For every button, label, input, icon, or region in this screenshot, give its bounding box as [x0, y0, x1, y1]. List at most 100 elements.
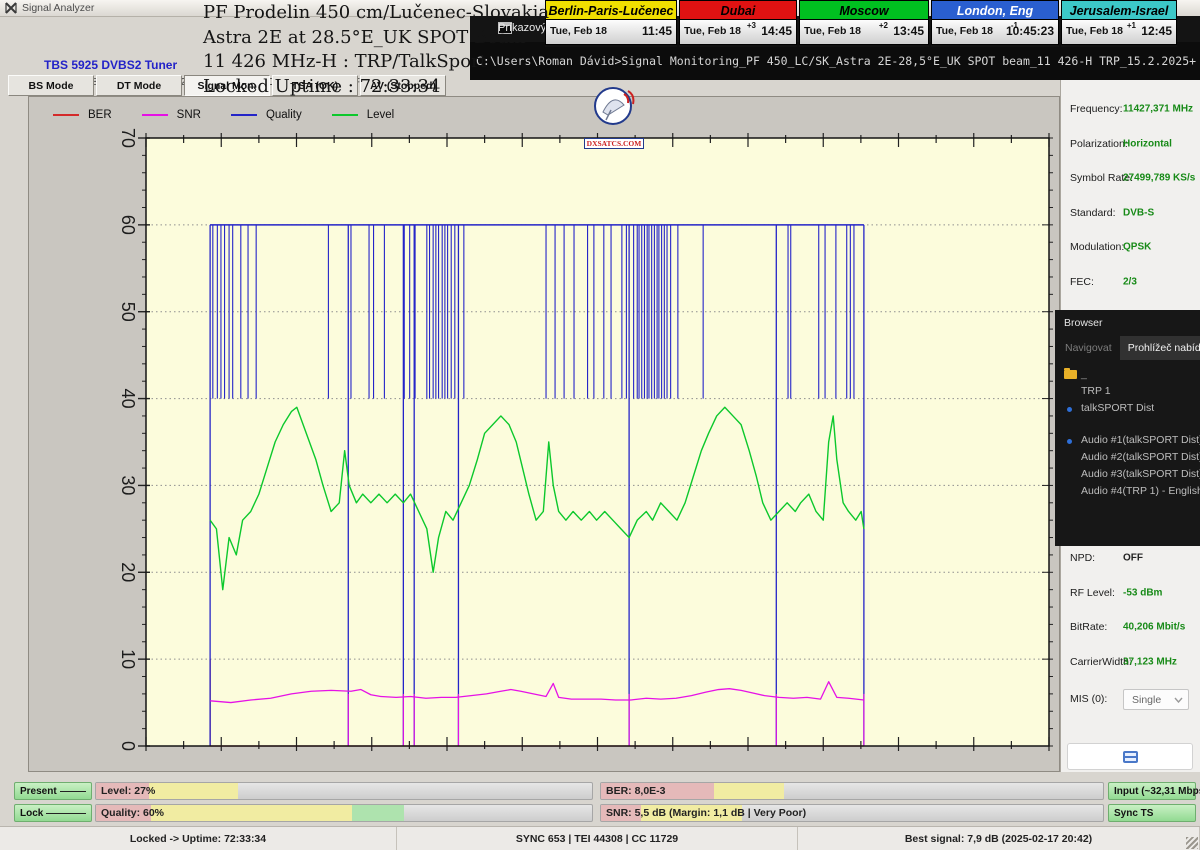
browser-tab[interactable]: Navigovat	[1057, 336, 1120, 360]
list-item[interactable]: Audio #4(TRP 1) - English, AAC(	[1055, 483, 1200, 500]
desktop: Signal Analyzer TBS 5925 DVBS2 Tuner 28.…	[0, 0, 1200, 850]
input-rate-indicator: Input (~32,31 Mbps)	[1108, 782, 1196, 800]
browser-tabs: NavigovatProhlížeč nabídkyN	[1057, 336, 1200, 360]
clock-utc-offset: +2	[879, 21, 888, 30]
legend-ber: BER	[53, 109, 112, 121]
legend-quality: Quality	[231, 109, 302, 121]
bullet-icon	[1067, 439, 1072, 444]
bullet-icon	[1067, 407, 1072, 412]
tuner-name: TBS 5925 DVBS2 Tuner	[44, 58, 177, 72]
dxsatcs-label: DXSATCS.COM	[584, 138, 645, 149]
clock-time: 12:45	[1141, 24, 1172, 38]
statusbar-cell: Locked -> Uptime: 72:33:34	[0, 827, 397, 850]
param-row: RF Level:-53 dBm	[1061, 576, 1200, 611]
param-row: Standard:DVB-S	[1061, 196, 1200, 231]
mis-value: Single	[1132, 694, 1161, 706]
clock-time: 10:45:23	[1006, 24, 1054, 38]
annotation-overlay: PF Prodelin 450 cm/Lučenec-SlovakiaAstra…	[203, 1, 549, 99]
annotation-line: Locked Uptime : 72:33:34	[203, 75, 549, 100]
folder-row[interactable]: _	[1055, 366, 1200, 383]
tab-dt-mode[interactable]: DT Mode	[96, 75, 182, 96]
param-row: NPD:OFF	[1061, 541, 1200, 576]
list-item[interactable]: Audio #2(talkSPORT Dist) - AAC	[1055, 449, 1200, 466]
legend-line-swatch	[142, 114, 168, 116]
statusbar-cell: Best signal: 7,9 dB (2025-02-17 20:42)	[798, 827, 1200, 850]
param-row: Polarization:Horizontal	[1061, 127, 1200, 162]
level-bar-label: Level: 27%	[101, 785, 155, 797]
sync-ts-indicator: Sync TS	[1108, 804, 1196, 822]
param-row: Modulation:QPSK	[1061, 230, 1200, 265]
param-row: CarrierWidth:37,123 MHz	[1061, 645, 1200, 680]
annotation-line: Astra 2E at 28.5°E_UK SPOT Beam	[203, 26, 549, 51]
clock-london-eng[interactable]: London, EngTue, Feb 18-110:45:23	[931, 0, 1059, 47]
quality-bar: Quality: 60%	[95, 804, 593, 822]
clock-city: Berlin-Paris-Lučenec	[545, 0, 677, 20]
app-title: Signal Analyzer	[22, 2, 94, 14]
clock-dubai[interactable]: DubaiTue, Feb 18+314:45	[679, 0, 797, 47]
param-row: Frequency:11427,371 MHz	[1061, 92, 1200, 127]
dxsatcs-logo: DXSATCS.COM	[577, 86, 651, 136]
mis-dropdown[interactable]: Single	[1123, 689, 1189, 710]
legend-level: Level	[332, 109, 395, 121]
snr-bar-label: SNR: 5,5 dB (Margin: 1,1 dB | Very Poor)	[606, 807, 806, 819]
svg-text:10: 10	[118, 649, 138, 669]
clock-city: Jerusalem-Israel	[1061, 0, 1177, 20]
browser-list: _TRP 1talkSPORT Dist Audio #1(talkSPORT D…	[1055, 366, 1200, 500]
tab-bs-mode[interactable]: BS Mode	[8, 75, 94, 96]
svg-text:30: 30	[118, 475, 138, 495]
statusbar-cell: SYNC 653 | TEI 44308 | CC 11729	[397, 827, 798, 850]
mis-label: MIS (0):	[1070, 693, 1107, 705]
clock-time: 13:45	[893, 24, 924, 38]
list-item[interactable]: Audio #3(talkSPORT Dist) - AAC	[1055, 466, 1200, 483]
clock-time: 14:45	[761, 24, 792, 38]
clock-date: Tue, Feb 18	[550, 25, 607, 37]
browser-title: Browser	[1064, 317, 1103, 329]
clock-city: Dubai	[679, 0, 797, 20]
svg-text:0: 0	[118, 741, 138, 751]
snr-bar: SNR: 5,5 dB (Margin: 1,1 dB | Very Poor)	[600, 804, 1104, 822]
lock-indicator: Lock	[14, 804, 92, 822]
browser-tab[interactable]: Prohlížeč nabídky	[1120, 336, 1200, 360]
clock-date: Tue, Feb 18	[804, 25, 861, 37]
clock-date: Tue, Feb 18	[936, 25, 993, 37]
param-row: Symbol Rate:27499,789 KS/s	[1061, 161, 1200, 196]
satellite-dish-icon	[591, 86, 637, 128]
mis-row: MIS (0): Single	[1061, 688, 1200, 712]
annotation-line: 11 426 MHz-H : TRP/TalkSport	[203, 50, 549, 75]
folder-icon	[1064, 370, 1077, 379]
legend-line-swatch	[231, 114, 257, 116]
legend-line-swatch	[53, 114, 79, 116]
svg-text:60: 60	[118, 215, 138, 235]
level-bar: Level: 27%	[95, 782, 593, 800]
svg-text:50: 50	[118, 302, 138, 322]
chart-legend: BERSNRQualityLevel	[53, 106, 424, 124]
status-bar: Locked -> Uptime: 72:33:34SYNC 653 | TEI…	[0, 826, 1200, 850]
clock-moscow[interactable]: Moscow Tue, Feb 18 +2 13:45	[799, 0, 929, 47]
save-list-button[interactable]	[1067, 743, 1193, 770]
ber-bar-label: BER: 8,0E-3	[606, 785, 666, 797]
clock-date: Tue, Feb 18	[1066, 25, 1123, 37]
list-item[interactable]: TRP 1	[1055, 383, 1200, 400]
clock-city: Moscow	[799, 0, 929, 20]
list-item[interactable]: talkSPORT Dist	[1055, 400, 1200, 417]
quality-bar-label: Quality: 60%	[101, 807, 164, 819]
param-row: FEC:2/3	[1061, 265, 1200, 300]
clock-berlin-paris-lu-enec[interactable]: Berlin-Paris-LučenecTue, Feb 1811:45	[545, 0, 677, 47]
annotation-line: PF Prodelin 450 cm/Lučenec-Slovakia	[203, 1, 549, 26]
command-prompt-input[interactable]: C:\Users\Roman Dávid>Signal Monitoring_P…	[476, 54, 1196, 68]
list-item[interactable]: Audio #1(talkSPORT Dist) - AAC	[1055, 432, 1200, 449]
clock-jerusalem-israel[interactable]: Jerusalem-Israel Tue, Feb 18 +1 12:45	[1061, 0, 1177, 47]
list-icon	[1123, 751, 1138, 763]
ber-bar: BER: 8,0E-3	[600, 782, 1104, 800]
chart-plot[interactable]: 010203040506070	[29, 97, 1059, 771]
svg-text:20: 20	[118, 562, 138, 582]
clock-city: London, Eng	[931, 0, 1059, 20]
clock-utc-offset: +1	[1127, 21, 1136, 30]
chevron-down-icon	[1174, 697, 1183, 703]
param-row: BitRate:40,206 Mbit/s	[1061, 610, 1200, 645]
world-clocks: Berlin-Paris-LučenecTue, Feb 1811:45Duba…	[545, 0, 1177, 47]
transponder-params: Frequency:11427,371 MHzPolarization:Hori…	[1061, 92, 1200, 299]
present-indicator: Present	[14, 782, 92, 800]
browser-panel: Browser NavigovatProhlížeč nabídkyN _TRP…	[1055, 310, 1200, 546]
signal-analyzer-app-icon	[5, 2, 17, 14]
